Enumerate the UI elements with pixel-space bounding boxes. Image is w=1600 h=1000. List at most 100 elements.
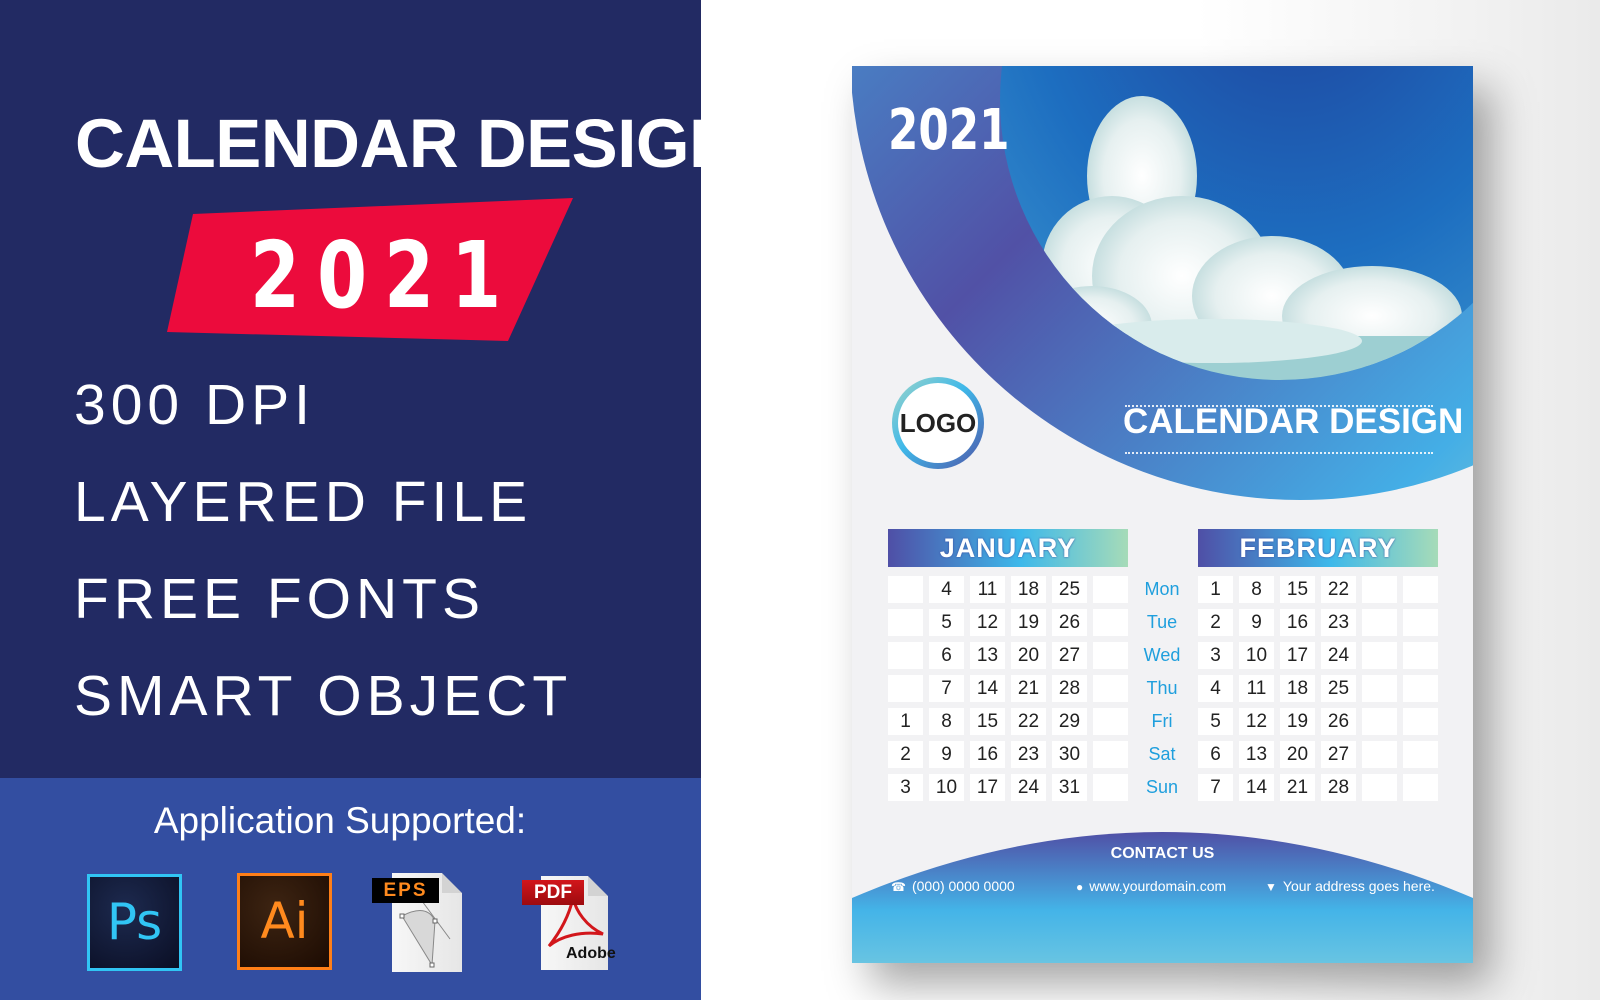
illustrator-glyph: Ai [260, 892, 309, 950]
day-cell [1093, 642, 1128, 669]
day-cell [1403, 741, 1438, 768]
day-cell: 21 [1280, 774, 1315, 801]
day-cell [1403, 609, 1438, 636]
day-cell: 26 [1321, 708, 1356, 735]
day-cell [1362, 609, 1397, 636]
day-cell: 30 [1052, 741, 1087, 768]
day-cell: 14 [970, 675, 1005, 702]
day-cell: 4 [929, 576, 964, 603]
contact-phone: ☎ (000) 0000 0000 [891, 878, 1015, 894]
day-cell: 2 [888, 741, 923, 768]
day-cell: 28 [1052, 675, 1087, 702]
month-header-february: FEBRUARY [1198, 529, 1438, 567]
day-cell: 22 [1011, 708, 1046, 735]
calendar-title: CALENDAR DESIGN [1123, 402, 1464, 441]
day-cell: 11 [1239, 675, 1274, 702]
day-cell: 12 [970, 609, 1005, 636]
day-cell: 23 [1011, 741, 1046, 768]
day-cell: 9 [929, 741, 964, 768]
day-cell: 31 [1052, 774, 1087, 801]
logo-text: LOGO [899, 408, 977, 438]
day-cell: 27 [1321, 741, 1356, 768]
weekday-label: Sun [1145, 777, 1179, 797]
day-cell: 14 [1239, 774, 1274, 801]
adobe-label: Adobe [566, 945, 616, 962]
day-cell: 27 [1052, 642, 1087, 669]
day-cell [1362, 576, 1397, 603]
day-cell [1093, 741, 1128, 768]
day-cell [1093, 675, 1128, 702]
day-cell [1403, 774, 1438, 801]
day-cell: 5 [929, 609, 964, 636]
weekday-label: Sat [1148, 744, 1176, 764]
contact-address: ▼ Your address goes here. [1265, 878, 1435, 894]
day-cell: 3 [888, 774, 923, 801]
weekday-label: Tue [1146, 612, 1178, 632]
feature-dpi: 300 DPI [74, 373, 315, 437]
day-cell: 29 [1052, 708, 1087, 735]
day-cell: 25 [1321, 675, 1356, 702]
day-cell: 6 [929, 642, 964, 669]
day-cell: 22 [1321, 576, 1356, 603]
weekday-label: Wed [1143, 645, 1181, 665]
day-cell [1362, 675, 1397, 702]
feature-smart-object: SMART OBJECT [74, 664, 573, 728]
day-cell: 4 [1198, 675, 1233, 702]
calendar-art [852, 66, 1473, 963]
logo-badge: LOGO [892, 377, 984, 469]
day-cell: 17 [1280, 642, 1315, 669]
day-cell [1403, 576, 1438, 603]
day-cell: 10 [929, 774, 964, 801]
globe-icon: ● [1076, 880, 1084, 894]
day-cell [1093, 576, 1128, 603]
day-cell: 13 [1239, 741, 1274, 768]
day-cell: 26 [1052, 609, 1087, 636]
day-cell [1362, 708, 1397, 735]
day-cell [1362, 642, 1397, 669]
illustrator-icon: Ai [237, 873, 332, 970]
day-cell: 15 [970, 708, 1005, 735]
day-cell [1403, 708, 1438, 735]
day-cell [1093, 708, 1128, 735]
feature-fonts: FREE FONTS [74, 567, 486, 631]
day-cell: 28 [1321, 774, 1356, 801]
apps-label: Application Supported: [153, 800, 527, 841]
day-cell: 18 [1280, 675, 1315, 702]
day-cell: 24 [1321, 642, 1356, 669]
day-cell [888, 609, 923, 636]
location-pin-icon: ▼ [1265, 880, 1277, 894]
calendar-year: 2021 [888, 98, 1010, 163]
day-cell: 18 [1011, 576, 1046, 603]
day-cell: 1 [888, 708, 923, 735]
day-cell: 9 [1239, 609, 1274, 636]
day-cell: 12 [1239, 708, 1274, 735]
day-cell [888, 576, 923, 603]
day-cell [888, 675, 923, 702]
year-badge [167, 198, 573, 341]
day-cell: 20 [1280, 741, 1315, 768]
day-cell [1093, 774, 1128, 801]
day-cell [1362, 774, 1397, 801]
day-cell: 2 [1198, 609, 1233, 636]
day-cell: 13 [970, 642, 1005, 669]
day-cell: 8 [1239, 576, 1274, 603]
weekday-label: Mon [1144, 579, 1180, 599]
day-cell: 1 [1198, 576, 1233, 603]
month-header-january: JANUARY [888, 529, 1128, 567]
pdf-label: PDF [522, 880, 584, 905]
day-cell: 19 [1011, 609, 1046, 636]
calendar-page: 2021 LOGO CALENDAR DESIGN JANUARY FEBRUA… [852, 66, 1473, 963]
address-text: Your address goes here. [1282, 878, 1435, 894]
day-cell [888, 642, 923, 669]
day-cell: 7 [1198, 774, 1233, 801]
day-cell: 6 [1198, 741, 1233, 768]
day-cell: 16 [970, 741, 1005, 768]
day-cell: 25 [1052, 576, 1087, 603]
day-cell: 8 [929, 708, 964, 735]
day-cell: 21 [1011, 675, 1046, 702]
eps-label: EPS [372, 878, 439, 903]
day-cell: 5 [1198, 708, 1233, 735]
phone-text: (000) 0000 0000 [911, 878, 1015, 894]
day-cell [1093, 609, 1128, 636]
day-cell: 3 [1198, 642, 1233, 669]
